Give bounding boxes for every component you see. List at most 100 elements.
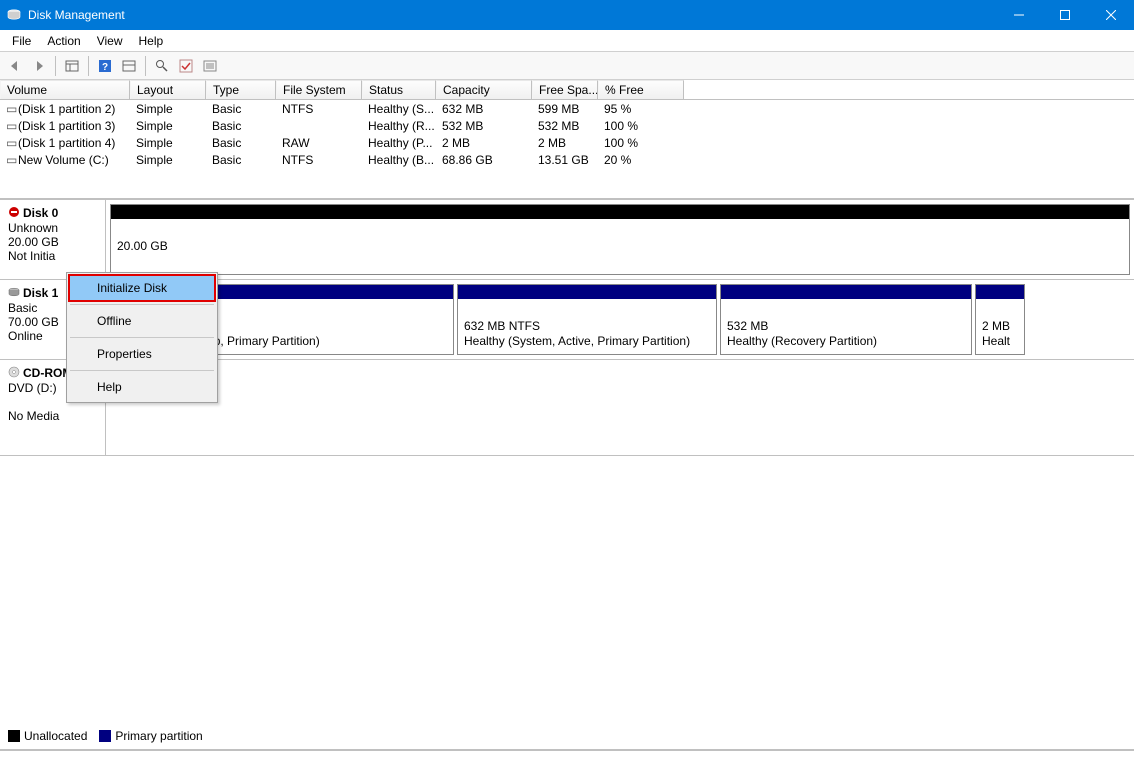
disk-row-disk0[interactable]: Disk 0 Unknown 20.00 GB Not Initia 20.00… <box>0 200 1134 280</box>
disk-status: Not Initia <box>8 249 55 263</box>
cell: (Disk 1 partition 3) <box>18 119 115 133</box>
disk-title: Disk 1 <box>23 286 58 300</box>
cell: 2 MB <box>436 136 532 150</box>
cell: NTFS <box>276 102 362 116</box>
menu-action[interactable]: Action <box>39 32 88 50</box>
partition-primary[interactable]: 632 MB NTFSHealthy (System, Active, Prim… <box>457 284 717 355</box>
context-menu: Initialize Disk Offline Properties Help <box>66 272 218 403</box>
col-free[interactable]: Free Spa... <box>532 80 598 99</box>
partition-primary[interactable]: 2 MBHealt <box>975 284 1025 355</box>
cell: Basic <box>206 136 276 150</box>
cell: Basic <box>206 119 276 133</box>
menu-separator <box>70 304 214 305</box>
cell: (Disk 1 partition 2) <box>18 102 115 116</box>
partition-status: Healt <box>982 334 1010 348</box>
menu-offline[interactable]: Offline <box>69 308 215 334</box>
partition-bar <box>111 205 1129 219</box>
cell: 100 % <box>598 136 684 150</box>
cell: 95 % <box>598 102 684 116</box>
cell: Healthy (P... <box>362 136 436 150</box>
partition-bar <box>721 285 971 299</box>
table-row[interactable]: ▭(Disk 1 partition 2) Simple Basic NTFS … <box>0 100 1134 117</box>
col-capacity[interactable]: Capacity <box>436 80 532 99</box>
titlebar: Disk Management <box>0 0 1134 30</box>
table-row[interactable]: ▭(Disk 1 partition 3) Simple Basic Healt… <box>0 117 1134 134</box>
partition-recovery[interactable]: 532 MBHealthy (Recovery Partition) <box>720 284 972 355</box>
cell: 632 MB <box>436 102 532 116</box>
back-button[interactable] <box>4 55 26 77</box>
volume-table-body: ▭(Disk 1 partition 2) Simple Basic NTFS … <box>0 100 1134 168</box>
col-layout[interactable]: Layout <box>130 80 206 99</box>
disk-status: Online <box>8 329 43 343</box>
legend-label: Primary partition <box>115 729 202 743</box>
menu-help[interactable]: Help <box>131 32 172 50</box>
partition-size: 20.00 GB <box>117 239 168 253</box>
cell: Simple <box>130 153 206 167</box>
cell: RAW <box>276 136 362 150</box>
col-pctfree[interactable]: % Free <box>598 80 684 99</box>
col-type[interactable]: Type <box>206 80 276 99</box>
volume-table-header: Volume Layout Type File System Status Ca… <box>0 80 1134 100</box>
legend-swatch-primary <box>99 730 111 742</box>
legend: Unallocated Primary partition <box>8 729 203 743</box>
cell: Basic <box>206 153 276 167</box>
partition-size: 532 MB <box>727 319 768 333</box>
partition-size: 2 MB <box>982 319 1010 333</box>
forward-button[interactable] <box>28 55 50 77</box>
help-icon[interactable]: ? <box>94 55 116 77</box>
col-filesystem[interactable]: File System <box>276 80 362 99</box>
search-icon[interactable] <box>151 55 173 77</box>
cell: New Volume (C:) <box>18 153 109 167</box>
cell: Simple <box>130 119 206 133</box>
volume-icon: ▭ <box>6 136 16 150</box>
menu-initialize-disk[interactable]: Initialize Disk <box>68 274 216 302</box>
app-icon <box>6 7 22 23</box>
menubar: File Action View Help <box>0 30 1134 52</box>
disk-error-icon <box>8 206 20 221</box>
disk-title: Disk 0 <box>23 206 58 220</box>
menu-file[interactable]: File <box>4 32 39 50</box>
menu-help[interactable]: Help <box>69 374 215 400</box>
close-button[interactable] <box>1088 0 1134 30</box>
cell: (Disk 1 partition 4) <box>18 136 115 150</box>
cell: 532 MB <box>436 119 532 133</box>
menu-view[interactable]: View <box>89 32 131 50</box>
partition-status: Healthy (System, Active, Primary Partiti… <box>464 334 690 348</box>
disk-icon <box>8 286 20 301</box>
cell: Healthy (R... <box>362 119 436 133</box>
maximize-button[interactable] <box>1042 0 1088 30</box>
cell: 599 MB <box>532 102 598 116</box>
minimize-button[interactable] <box>996 0 1042 30</box>
table-row[interactable]: ▭(Disk 1 partition 4) Simple Basic RAW H… <box>0 134 1134 151</box>
disk-type: Basic <box>8 301 37 315</box>
partition-size: 632 MB NTFS <box>464 319 540 333</box>
partition-unallocated[interactable]: 20.00 GB <box>110 204 1130 275</box>
view-icon[interactable] <box>61 55 83 77</box>
cell: Simple <box>130 102 206 116</box>
cell: Healthy (S... <box>362 102 436 116</box>
menu-separator <box>70 337 214 338</box>
cell: 532 MB <box>532 119 598 133</box>
cell: 68.86 GB <box>436 153 532 167</box>
cell: Basic <box>206 102 276 116</box>
partition-bar <box>458 285 716 299</box>
cell: NTFS <box>276 153 362 167</box>
list-icon[interactable] <box>199 55 221 77</box>
volume-icon: ▭ <box>6 153 16 167</box>
disk-type: Unknown <box>8 221 58 235</box>
legend-swatch-unallocated <box>8 730 20 742</box>
col-status[interactable]: Status <box>362 80 436 99</box>
table-row[interactable]: ▭New Volume (C:) Simple Basic NTFS Healt… <box>0 151 1134 168</box>
disk-drive-letter: DVD (D:) <box>8 381 57 395</box>
cell: 20 % <box>598 153 684 167</box>
col-volume[interactable]: Volume <box>0 80 130 99</box>
disk-size: 70.00 GB <box>8 315 59 329</box>
settings-icon[interactable] <box>118 55 140 77</box>
menu-properties[interactable]: Properties <box>69 341 215 367</box>
check-icon[interactable] <box>175 55 197 77</box>
menu-separator <box>70 370 214 371</box>
cell: Simple <box>130 136 206 150</box>
cell: 2 MB <box>532 136 598 150</box>
disk-status: No Media <box>8 409 59 423</box>
legend-label: Unallocated <box>24 729 87 743</box>
